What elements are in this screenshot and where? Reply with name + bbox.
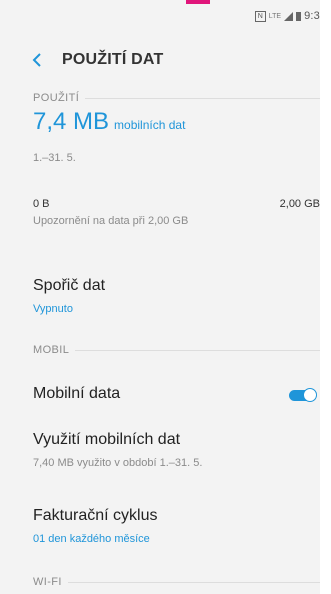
data-saver-title: Spořič dat — [33, 277, 106, 294]
section-divider — [75, 349, 320, 351]
right-edge — [320, 0, 331, 594]
section-divider — [85, 97, 320, 99]
usage-caption: mobilních dat — [114, 118, 186, 132]
section-header-usage: POUŽITÍ — [33, 92, 320, 104]
section-header-mobile-label: MOBIL — [33, 344, 320, 356]
usage-period: 1.–31. 5. — [33, 152, 76, 164]
limit-max-label: 2,00 GB — [279, 198, 320, 210]
mobile-data-title: Mobilní data — [33, 385, 121, 402]
mobile-usage-title: Využití mobilních dat — [33, 431, 181, 448]
limit-min-label: 0 B — [33, 198, 50, 210]
data-warning-text: Upozornění na data při 2,00 GB — [33, 215, 189, 227]
mobile-data-toggle[interactable] — [289, 388, 317, 402]
section-label-mobile: MOBIL — [33, 344, 70, 356]
nfc-icon: N — [254, 10, 266, 22]
back-button[interactable] — [29, 51, 45, 69]
mobile-usage-subtitle: 7,40 MB využito v období 1.–31. 5. — [33, 457, 203, 469]
pink-marker — [186, 0, 210, 4]
page-title: POUŽITÍ DAT — [62, 51, 164, 68]
data-saver-row[interactable]: Spořič dat Vypnuto — [0, 270, 320, 324]
section-header-wifi: WI-FI — [33, 576, 320, 588]
data-saver-status: Vypnuto — [33, 303, 73, 315]
billing-cycle-title: Fakturační cyklus — [33, 507, 158, 524]
status-bar: N LTE 9:3 — [254, 8, 320, 24]
mobile-usage-row[interactable]: Využití mobilních dat 7,40 MB využito v … — [0, 424, 320, 478]
billing-cycle-row[interactable]: Fakturační cyklus 01 den každého měsíce — [0, 500, 320, 554]
usage-summary: 7,4 MB mobilních dat — [33, 108, 185, 136]
section-label-usage: POUŽITÍ — [33, 92, 80, 104]
signal-icon — [284, 11, 294, 21]
section-label-wifi: WI-FI — [33, 576, 62, 588]
usage-amount: 7,4 MB — [33, 108, 110, 135]
section-divider — [67, 581, 320, 583]
app-bar: POUŽITÍ DAT — [0, 42, 320, 78]
toggle-knob — [303, 388, 317, 402]
billing-cycle-subtitle: 01 den každého měsíce — [33, 533, 150, 545]
battery-icon — [296, 11, 302, 21]
screen: N LTE 9:3 POUŽITÍ DAT POUŽITÍ 7,4 MB mob… — [0, 0, 320, 594]
mobile-data-row[interactable]: Mobilní data — [0, 374, 320, 416]
status-clock: 9:3 — [304, 10, 320, 22]
lte-icon: LTE — [268, 12, 282, 20]
chevron-left-icon — [29, 51, 45, 69]
